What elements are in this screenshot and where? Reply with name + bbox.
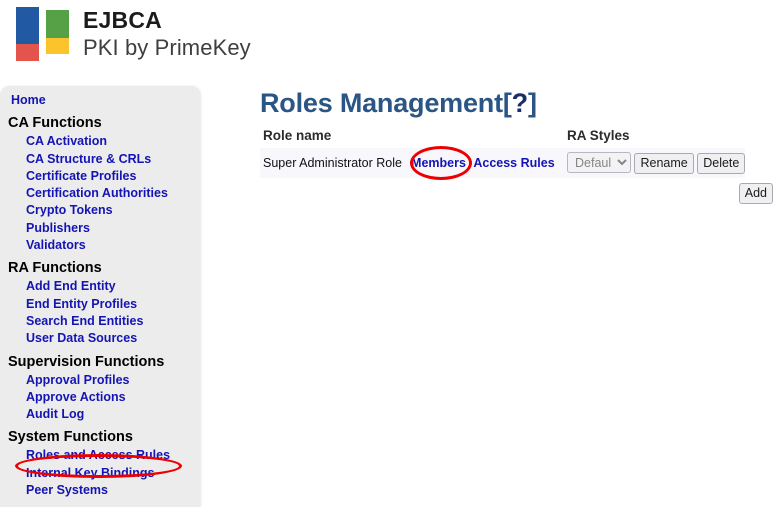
sidebar-item-approve-actions[interactable]: Approve Actions: [0, 389, 200, 406]
column-header-members: [407, 128, 470, 148]
sidebar-navigation: Home CA Functions CA Activation CA Struc…: [0, 86, 200, 507]
sidebar-item-validators[interactable]: Validators: [0, 237, 200, 254]
help-bracket-open: [: [502, 88, 512, 118]
sidebar-item-end-entity-profiles[interactable]: End Entity Profiles: [0, 296, 200, 313]
members-link[interactable]: Members: [411, 156, 466, 170]
sidebar-item-add-end-entity[interactable]: Add End Entity: [0, 278, 200, 295]
column-header-ra-styles: RA Styles: [567, 128, 630, 143]
roles-table-body: Super Administrator Role Members Access …: [260, 148, 746, 178]
table-header-row: Role name RA Styles: [260, 128, 745, 148]
help-question-icon[interactable]: ?: [512, 88, 529, 118]
sidebar-item-approval-profiles[interactable]: Approval Profiles: [0, 372, 200, 389]
sidebar-heading-ra-functions: RA Functions: [8, 260, 102, 277]
sidebar-item-internal-key-bindings[interactable]: Internal Key Bindings: [0, 465, 200, 482]
sidebar-item-certification-authorities[interactable]: Certification Authorities: [0, 185, 200, 202]
column-header-role-name: Role name: [263, 128, 332, 143]
sidebar-item-roles-and-access-rules[interactable]: Roles and Access Rules: [0, 447, 200, 464]
page-header: EJBCA PKI by PrimeKey: [0, 0, 776, 78]
sidebar-item-user-data-sources[interactable]: User Data Sources: [0, 330, 200, 347]
rename-button[interactable]: Rename: [634, 152, 694, 174]
sidebar-item-ca-structure-crls[interactable]: CA Structure & CRLs: [0, 151, 200, 168]
delete-button[interactable]: Delete: [697, 152, 746, 174]
cell-ra-styles: Default Rename Delete: [558, 148, 746, 178]
logo-text: EJBCA PKI by PrimeKey: [83, 7, 251, 59]
column-header-access-rules: [470, 128, 558, 148]
sidebar-heading-ca-functions: CA Functions: [8, 115, 102, 132]
logo-column-left: [16, 7, 39, 61]
sidebar-item-crypto-tokens[interactable]: Crypto Tokens: [0, 202, 200, 219]
logo-bar-blue: [16, 7, 39, 44]
access-rules-link[interactable]: Access Rules: [473, 156, 554, 170]
sidebar-item-ca-activation[interactable]: CA Activation: [0, 133, 200, 150]
sidebar-heading-supervision-functions: Supervision Functions: [8, 353, 165, 370]
logo-subtitle: PKI by PrimeKey: [83, 35, 251, 60]
ra-style-select[interactable]: Default: [567, 152, 631, 173]
sidebar-item-audit-log[interactable]: Audit Log: [0, 406, 200, 423]
page-title-text: Roles Management: [260, 88, 503, 118]
sidebar-item-publishers[interactable]: Publishers: [0, 220, 200, 237]
cell-members: Members: [407, 148, 470, 178]
ejbca-logo: EJBCA PKI by PrimeKey: [16, 7, 251, 61]
logo-bar-yellow: [46, 38, 69, 54]
page-title: Roles Management[?]: [260, 86, 776, 120]
sidebar-item-search-end-entities[interactable]: Search End Entities: [0, 313, 200, 330]
logo-bar-red: [16, 44, 39, 61]
cell-access-rules: Access Rules: [470, 148, 558, 178]
logo-bar-green: [46, 10, 69, 38]
add-button[interactable]: Add: [738, 182, 773, 204]
help-bracket-close: ]: [527, 88, 537, 118]
sidebar-item-home[interactable]: Home: [0, 92, 200, 109]
add-button-row: Add: [260, 182, 776, 204]
logo-bars-icon: [16, 7, 69, 61]
logo-column-right: [46, 7, 69, 54]
sidebar-item-peer-systems[interactable]: Peer Systems: [0, 482, 200, 499]
sidebar-heading-system-functions: System Functions: [8, 429, 133, 446]
main-content: Roles Management[?] Role name RA Styles …: [260, 86, 776, 204]
sidebar-item-certificate-profiles[interactable]: Certificate Profiles: [0, 168, 200, 185]
cell-role-name: Super Administrator Role: [260, 148, 407, 178]
roles-table: Role name RA Styles Super Administrator …: [260, 128, 746, 178]
table-row: Super Administrator Role Members Access …: [260, 148, 746, 178]
roles-table-head: Role name RA Styles: [260, 128, 745, 148]
logo-title: EJBCA: [83, 7, 162, 33]
